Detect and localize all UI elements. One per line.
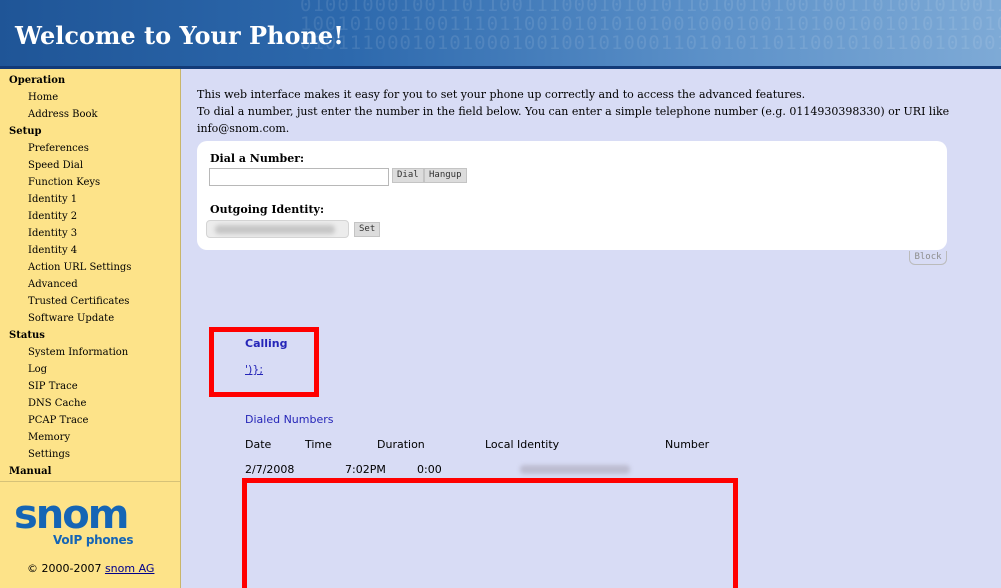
sidebar-item-identity-3[interactable]: Identity 3 [0, 225, 180, 242]
logo-tagline: VoIP phones [53, 533, 134, 547]
sidebar-item-identity-1[interactable]: Identity 1 [0, 191, 180, 208]
hangup-button[interactable]: Hangup [424, 168, 467, 183]
snom-ag-link[interactable]: snom AG [105, 562, 155, 575]
row-duration: 0:00 [417, 463, 442, 476]
page-header: 0100100010011011001110001010101101001010… [0, 0, 1001, 66]
sidebar-item-speed-dial[interactable]: Speed Dial [0, 157, 180, 174]
empty-highlight-box [242, 478, 738, 588]
column-header-date: Date [245, 438, 272, 451]
sidebar-item-sip-trace[interactable]: SIP Trace [0, 378, 180, 395]
sidebar-item-address-book[interactable]: Address Book [0, 106, 180, 123]
set-identity-button[interactable]: Set [354, 222, 381, 237]
page-title: Welcome to Your Phone! [15, 21, 344, 50]
dial-panel: Dial a Number: Dial Hangup Outgoing Iden… [197, 141, 947, 250]
sidebar-item-identity-4[interactable]: Identity 4 [0, 242, 180, 259]
sidebar-nav: Operation Home Address Book Setup Preference… [0, 69, 180, 480]
copyright-text: © 2000-2007 [27, 562, 105, 575]
intro-line-1: This web interface makes it easy for you… [197, 88, 806, 101]
sidebar-item-dns-cache[interactable]: DNS Cache [0, 395, 180, 412]
calling-link[interactable]: ')}; [245, 363, 263, 376]
outgoing-identity-label: Outgoing Identity: [210, 203, 325, 216]
sidebar-section-setup[interactable]: Setup [0, 123, 180, 140]
outgoing-identity-select[interactable] [206, 220, 349, 238]
dial-number-input[interactable] [209, 168, 389, 186]
sidebar-item-software-update[interactable]: Software Update [0, 310, 180, 327]
logo-wordmark: snom [14, 492, 129, 538]
sidebar-item-advanced[interactable]: Advanced [0, 276, 180, 293]
sidebar-item-settings[interactable]: Settings [0, 446, 180, 463]
sidebar-section-manual[interactable]: Manual [0, 463, 180, 480]
sidebar-item-identity-2[interactable]: Identity 2 [0, 208, 180, 225]
row-time: 7:02PM [345, 463, 386, 476]
sidebar-item-preferences[interactable]: Preferences [0, 140, 180, 157]
binary-background-pattern: 0100100010011011001110001010101101001010… [300, 0, 1001, 54]
row-date: 2/7/2008 [245, 463, 295, 476]
dial-button[interactable]: Dial [392, 168, 424, 183]
sidebar-item-home[interactable]: Home [0, 89, 180, 106]
redacted-local-identity [520, 465, 630, 474]
dial-number-label: Dial a Number: [210, 152, 305, 165]
column-header-duration: Duration [377, 438, 425, 451]
sidebar-item-system-information[interactable]: System Information [0, 344, 180, 361]
column-header-number: Number [665, 438, 710, 451]
intro-text: This web interface makes it easy for you… [197, 86, 967, 137]
sidebar-item-action-url-settings[interactable]: Action URL Settings [0, 259, 180, 276]
block-button[interactable]: Block [909, 251, 947, 265]
copyright: © 2000-2007 snom AG [27, 562, 154, 575]
sidebar-item-trusted-certificates[interactable]: Trusted Certificates [0, 293, 180, 310]
main-content: This web interface makes it easy for you… [182, 69, 1001, 588]
sidebar-section-operation[interactable]: Operation [0, 72, 180, 89]
sidebar-item-memory[interactable]: Memory [0, 429, 180, 446]
intro-line-2: To dial a number, just enter the number … [197, 105, 950, 135]
sidebar-section-status[interactable]: Status [0, 327, 180, 344]
sidebar-item-function-keys[interactable]: Function Keys [0, 174, 180, 191]
sidebar: Operation Home Address Book Setup Preference… [0, 69, 181, 588]
redacted-identity [215, 225, 335, 234]
dialed-numbers-heading: Dialed Numbers [245, 413, 334, 426]
sidebar-item-log[interactable]: Log [0, 361, 180, 378]
column-header-local-identity: Local Identity [485, 438, 560, 451]
calling-heading: Calling [245, 337, 288, 350]
sidebar-item-pcap-trace[interactable]: PCAP Trace [0, 412, 180, 429]
sidebar-divider [0, 481, 180, 482]
snom-logo: snom VoIP phones [14, 495, 169, 551]
column-header-time: Time [305, 438, 332, 451]
